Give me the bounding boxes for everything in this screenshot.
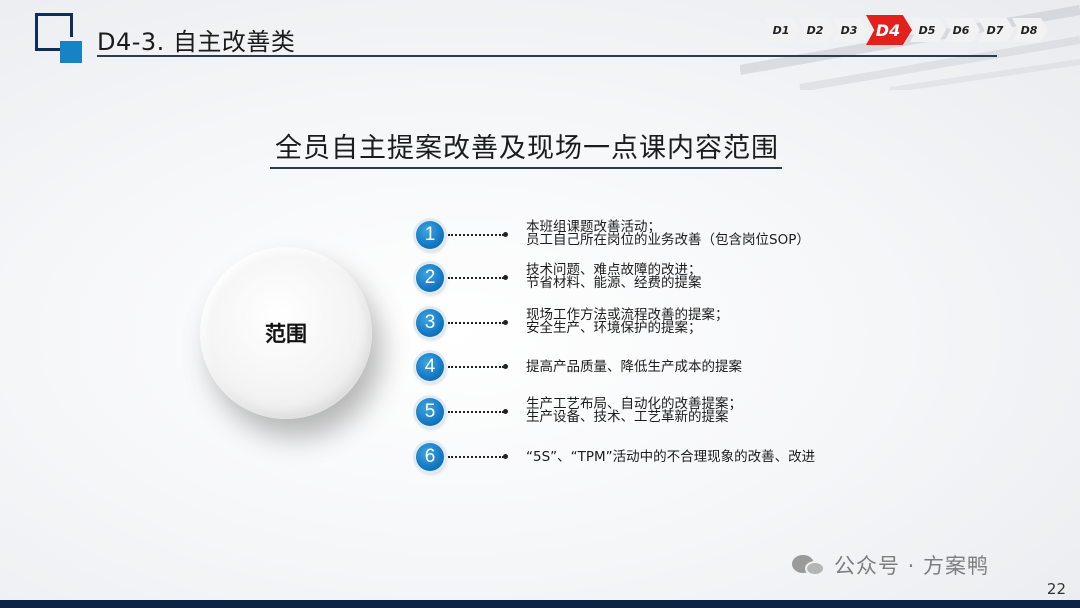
list-item-4: 4 提高产品质量、降低生产成本的提案	[416, 353, 976, 383]
watermark-text: 公众号 · 方案鸭	[834, 554, 990, 578]
item-text-line: 员工自己所在岗位的业务改善（包含岗位SOP）	[526, 232, 810, 248]
number-badge: 1	[416, 221, 444, 249]
step-d1[interactable]: D1	[764, 18, 800, 42]
main-title: 全员自主提案改善及现场一点课内容范围	[275, 133, 779, 164]
header-decoration	[740, 5, 1080, 90]
step-d6[interactable]: D6	[944, 18, 980, 42]
list-item-5: 5 生产工艺布局、自动化的改善提案； 生产设备、技术、工艺革新的提案	[416, 397, 976, 428]
item-text-line: 提高产品质量、降低生产成本的提案	[526, 359, 742, 375]
step-d3[interactable]: D3	[832, 18, 868, 42]
item-text: 本班组课题改善活动； 员工自己所在岗位的业务改善（包含岗位SOP）	[526, 220, 810, 248]
header-divider	[97, 55, 997, 57]
step-d4[interactable]: D4	[866, 15, 912, 45]
dotted-connector	[448, 277, 504, 279]
connector-dot	[503, 409, 508, 414]
scope-circle: 范围	[200, 247, 372, 419]
list-item-2: 2 技术问题、难点故障的改进； 节省材料、能源、经费的提案	[416, 263, 976, 294]
item-text: 生产工艺布局、自动化的改善提案； 生产设备、技术、工艺革新的提案	[526, 397, 742, 425]
item-text-line: 安全生产、环境保护的提案；	[526, 320, 702, 336]
page-number: 22	[1046, 580, 1066, 598]
list-item-6: 6 “5S”、“TPM”活动中的不合理现象的改善、改进	[416, 443, 976, 473]
number-badge: 5	[416, 398, 444, 426]
list-item-3: 3 现场工作方法或流程改善的提案； 安全生产、环境保护的提案；	[416, 308, 976, 339]
item-text: 现场工作方法或流程改善的提案； 安全生产、环境保护的提案；	[526, 308, 729, 336]
dotted-connector	[448, 366, 504, 368]
item-text-line: “5S”、“TPM”活动中的不合理现象的改善、改进	[526, 449, 816, 465]
item-text: 技术问题、难点故障的改进； 节省材料、能源、经费的提案	[526, 263, 702, 291]
dotted-connector	[448, 234, 504, 236]
number-badge: 3	[416, 309, 444, 337]
connector-dot	[503, 320, 508, 325]
scope-circle-label: 范围	[265, 322, 307, 346]
item-text: 提高产品质量、降低生产成本的提案	[526, 359, 742, 375]
dotted-connector	[448, 411, 504, 413]
dotted-connector	[448, 322, 504, 324]
connector-dot	[503, 275, 508, 280]
step-d7[interactable]: D7	[978, 18, 1014, 42]
watermark: 公众号 · 方案鸭	[792, 550, 989, 580]
footer-bar	[0, 600, 1080, 608]
dotted-connector	[448, 456, 504, 458]
connector-dot	[503, 454, 508, 459]
step-navigation: D1 D2 D3 D4 D5 D6 D7 D8	[764, 15, 1048, 45]
connector-dot	[503, 232, 508, 237]
main-title-underline	[270, 167, 782, 169]
logo	[35, 13, 87, 63]
connector-dot	[503, 364, 508, 369]
number-badge: 4	[416, 353, 444, 381]
step-d5[interactable]: D5	[910, 18, 946, 42]
list-item-1: 1 本班组课题改善活动； 员工自己所在岗位的业务改善（包含岗位SOP）	[416, 220, 976, 251]
item-text-line: 生产设备、技术、工艺革新的提案	[526, 409, 729, 425]
number-badge: 2	[416, 264, 444, 292]
wechat-icon	[792, 553, 828, 577]
item-text-line: 节省材料、能源、经费的提案	[526, 275, 702, 291]
step-d2[interactable]: D2	[798, 18, 834, 42]
slide-header-title: D4-3. 自主改善类	[97, 28, 296, 56]
step-d8[interactable]: D8	[1012, 18, 1048, 42]
item-text: “5S”、“TPM”活动中的不合理现象的改善、改进	[526, 449, 816, 465]
number-badge: 6	[416, 443, 444, 471]
